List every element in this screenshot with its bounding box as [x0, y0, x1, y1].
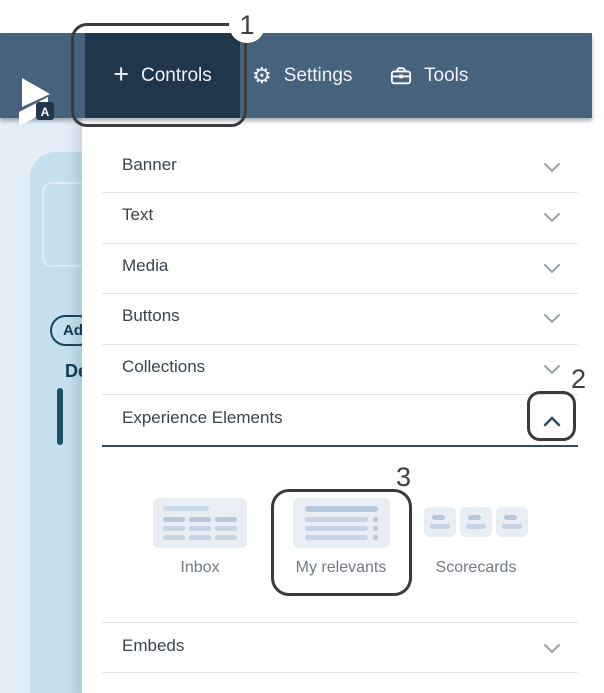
annotation-number-3: 3: [396, 462, 412, 492]
tab-tools[interactable]: Tools: [390, 33, 468, 118]
annotation-box-3: [271, 489, 412, 596]
annotation-number-1: 1: [239, 9, 255, 40]
annotation-box-1: [71, 23, 247, 127]
experience-item-scorecards-label[interactable]: Scorecards: [406, 559, 546, 581]
tab-settings[interactable]: ⚙ Settings: [252, 33, 352, 118]
accordion-label-text: Text: [122, 205, 154, 224]
divider: [102, 672, 578, 673]
chevron-down-icon[interactable]: [543, 643, 561, 655]
tab-settings-label: Settings: [283, 64, 353, 86]
svg-text:A: A: [41, 105, 50, 119]
accordion-label-buttons: Buttons: [122, 306, 180, 325]
accordion-label-banner: Banner: [122, 155, 177, 174]
section-divider-dark: [102, 445, 578, 447]
accordion-label-experience-elements: Experience Elements: [122, 408, 283, 427]
toolbox-icon: [390, 66, 412, 84]
gear-icon: ⚙: [252, 62, 272, 88]
chevron-down-icon[interactable]: [543, 162, 561, 174]
annotation-number-2: 2: [571, 364, 587, 394]
experience-item-inbox-icon[interactable]: [153, 498, 247, 548]
text-cursor-bar: [57, 388, 63, 445]
chevron-down-icon[interactable]: [543, 263, 561, 275]
experience-item-scorecards-icon[interactable]: [496, 507, 528, 537]
annotation-box-2: [527, 391, 576, 441]
experience-item-inbox-label[interactable]: Inbox: [150, 559, 250, 581]
experience-item-scorecards-icon[interactable]: [424, 507, 456, 537]
accordion-label-embeds: Embeds: [122, 636, 185, 655]
chevron-down-icon[interactable]: [543, 364, 561, 376]
accordion-label-media: Media: [122, 256, 169, 275]
app-logo-icon: A: [19, 78, 54, 126]
controls-dropdown-panel: Banner Text Media Buttons Collections Ex…: [82, 118, 604, 693]
app-window: Ad De A + Controls ⚙ Settings Tools Bann…: [0, 0, 604, 693]
accordion-label-collections: Collections: [122, 357, 206, 376]
chevron-down-icon[interactable]: [543, 212, 561, 224]
chevron-down-icon[interactable]: [543, 313, 561, 325]
experience-item-scorecards-icon[interactable]: [460, 507, 492, 537]
annotation-circle-1: 1: [229, 7, 265, 43]
add-button-label: Ad: [63, 322, 83, 339]
tab-tools-label: Tools: [424, 64, 469, 86]
